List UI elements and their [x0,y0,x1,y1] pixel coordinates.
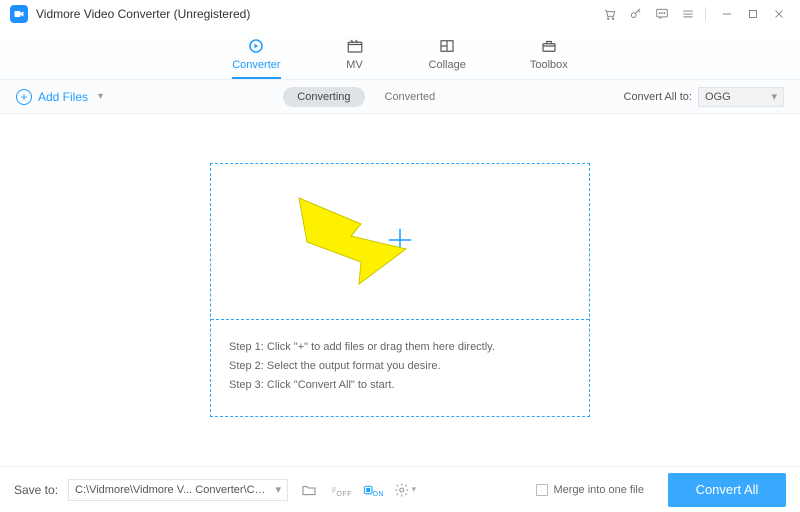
hw-off-label: OFF [337,491,353,498]
tab-mv[interactable]: MV [345,36,365,79]
add-files-button[interactable]: + Add Files ▾ [16,89,103,105]
step-text: Step 3: Click "Convert All" to start. [229,379,571,391]
minimize-icon[interactable] [716,3,738,25]
hw-accel-on[interactable]: ON [362,479,384,501]
titlebar: Vidmore Video Converter (Unregistered) [0,0,800,28]
tab-label: Collage [429,59,466,71]
open-folder-button[interactable] [298,479,320,501]
checkbox-icon [536,484,548,496]
tab-toolbox[interactable]: Toolbox [530,36,568,79]
hw-on-label: ON [373,491,385,498]
tab-label: MV [346,59,363,71]
feedback-icon[interactable] [651,3,673,25]
toolbox-icon [539,36,559,56]
save-to-label: Save to: [14,483,58,497]
instructions: Step 1: Click "+" to add files or drag t… [211,320,589,416]
divider [705,7,706,21]
convert-all-to: Convert All to: OGG ▾ [624,87,784,107]
segment-converting[interactable]: Converting [283,87,364,107]
sub-toolbar: + Add Files ▾ Converting Converted Conve… [0,80,800,114]
app-logo [10,5,28,23]
footer-bar: Save to: C:\Vidmore\Vidmore V... Convert… [0,466,800,512]
convert-all-button[interactable]: Convert All [668,473,786,507]
chevron-down-icon: ▾ [771,90,777,103]
segment-converted[interactable]: Converted [377,87,444,107]
chevron-down-icon: ▾ [98,91,103,102]
segment-control: Converting Converted [283,87,443,107]
convert-all-to-label: Convert All to: [624,91,692,103]
key-icon[interactable] [625,3,647,25]
converter-icon [246,36,266,56]
save-path-value: C:\Vidmore\Vidmore V... Converter\Conver… [75,484,269,496]
cart-icon[interactable] [599,3,621,25]
window-title: Vidmore Video Converter (Unregistered) [36,7,250,21]
mv-icon [345,36,365,56]
chevron-down-icon: ▾ [412,484,417,495]
tab-collage[interactable]: Collage [429,36,466,79]
tab-label: Toolbox [530,59,568,71]
maximize-icon[interactable] [742,3,764,25]
tab-label: Converter [232,59,280,71]
drop-area[interactable] [211,164,589,320]
chevron-down-icon: ▾ [276,483,282,496]
output-format-select[interactable]: OGG ▾ [698,87,784,107]
step-text: Step 1: Click "+" to add files or drag t… [229,341,571,353]
convert-all-label: Convert All [696,482,759,497]
menu-icon[interactable] [677,3,699,25]
plus-circle-icon: + [16,89,32,105]
hw-accel-off[interactable]: OFF [330,479,352,501]
settings-button[interactable]: ▾ [394,479,416,501]
add-plus-icon[interactable] [385,225,415,258]
merge-label: Merge into one file [554,484,645,496]
tab-converter[interactable]: Converter [232,36,280,79]
merge-checkbox[interactable]: Merge into one file [536,484,645,496]
step-text: Step 2: Select the output format you des… [229,360,571,372]
add-files-label: Add Files [38,90,88,104]
close-icon[interactable] [768,3,790,25]
stage: Step 1: Click "+" to add files or drag t… [0,114,800,466]
format-value: OGG [705,91,731,103]
collage-icon [437,36,457,56]
drop-zone[interactable]: Step 1: Click "+" to add files or drag t… [210,163,590,417]
main-tabs: Converter MV Collage Toolbox [0,28,800,80]
save-path-select[interactable]: C:\Vidmore\Vidmore V... Converter\Conver… [68,479,288,501]
